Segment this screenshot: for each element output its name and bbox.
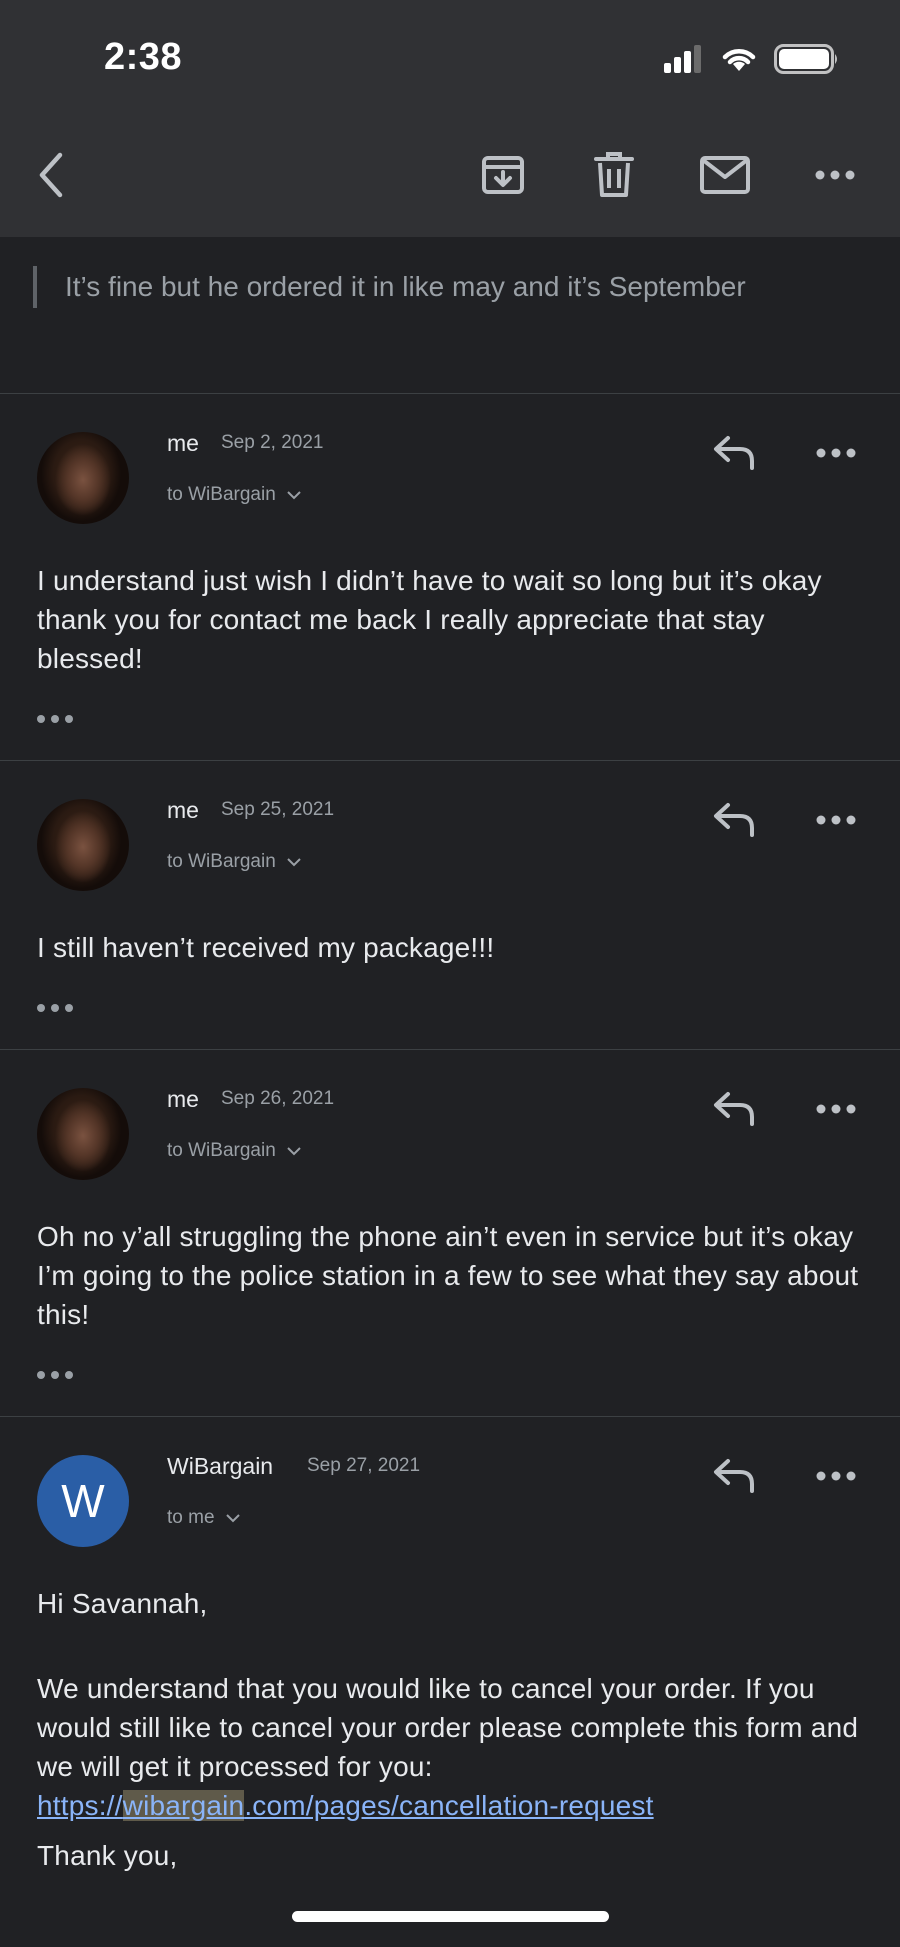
recipient-toggle[interactable]: to me (167, 1507, 241, 1529)
message-more-button[interactable] (808, 1084, 864, 1134)
recipient-label: to WiBargain (167, 1140, 276, 1161)
avatar[interactable]: W (37, 1455, 129, 1547)
message-date: Sep 25, 2021 (221, 799, 335, 820)
recipient-label: to WiBargain (167, 484, 276, 505)
trash-icon (594, 152, 634, 197)
message-item[interactable]: W WiBargain Sep 27, 2021 to me Hi Savann… (0, 1417, 900, 1947)
recipient-toggle[interactable]: to WiBargain (167, 851, 302, 873)
link-suffix: .com/pages/cancellation-request (244, 1790, 654, 1821)
recipient-toggle[interactable]: to WiBargain (167, 484, 302, 506)
wifi-icon (722, 49, 756, 71)
more-horizontal-icon (816, 1104, 856, 1114)
show-trimmed-content-button[interactable] (37, 1363, 87, 1387)
message-item[interactable]: me Sep 25, 2021 to WiBargain I still hav… (0, 761, 900, 1049)
avatar-photo (37, 1088, 129, 1180)
link-highlight: wibargain (122, 1790, 245, 1821)
message-body: I still haven’t received my package!!! (37, 932, 495, 963)
quoted-text: It’s fine but he ordered it in like may … (33, 266, 873, 308)
message-closing: Thank you, (37, 1840, 178, 1871)
show-trimmed-content-button[interactable] (37, 996, 87, 1020)
sender-name: me (167, 430, 199, 456)
avatar-photo (37, 799, 129, 891)
mail-icon (700, 156, 750, 194)
show-trimmed-content-button[interactable] (37, 707, 87, 731)
avatar[interactable] (37, 799, 129, 891)
message-paragraph: We understand that you would like to can… (37, 1669, 877, 1825)
message-item[interactable]: me Sep 2, 2021 to WiBargain I understand… (0, 394, 900, 760)
sender-name: WiBargain (167, 1453, 274, 1479)
chevron-down-icon (287, 1147, 301, 1156)
message-more-button[interactable] (808, 795, 864, 845)
archive-icon (482, 156, 524, 194)
message-item[interactable]: me Sep 26, 2021 to WiBargain Oh no y’all… (0, 1050, 900, 1416)
cellular-signal-icon (664, 45, 701, 73)
message-more-button[interactable] (808, 1451, 864, 1501)
chevron-down-icon (225, 1514, 240, 1523)
reply-button[interactable] (706, 795, 762, 845)
paragraph-text: We understand that you would like to can… (37, 1673, 859, 1782)
sender-name: me (167, 1086, 199, 1112)
mark-unread-button[interactable] (690, 140, 760, 210)
avatar[interactable] (37, 1088, 129, 1180)
reply-button[interactable] (706, 1451, 762, 1501)
reply-icon (714, 1092, 754, 1126)
message-body: Oh no y’all struggling the phone ain’t e… (37, 1221, 859, 1330)
reply-icon (714, 1459, 754, 1493)
message-date: Sep 26, 2021 (221, 1088, 335, 1109)
recipient-label: to WiBargain (167, 851, 276, 872)
recipient-toggle[interactable]: to WiBargain (167, 1140, 302, 1162)
reply-button[interactable] (706, 1084, 762, 1134)
recipient-label: to me (167, 1507, 215, 1528)
avatar-photo (37, 432, 129, 524)
chevron-down-icon (287, 491, 301, 500)
chevron-down-icon (287, 858, 301, 867)
message-date: Sep 2, 2021 (221, 432, 324, 453)
cancellation-link[interactable]: https://wibargain.com/pages/cancellation… (37, 1790, 654, 1821)
reply-icon (714, 436, 754, 470)
message-greeting: Hi Savannah, (37, 1588, 208, 1619)
more-horizontal-icon (816, 448, 856, 458)
more-options-button[interactable] (800, 140, 870, 210)
status-time: 2:38 (104, 36, 183, 78)
reply-button[interactable] (706, 428, 762, 478)
sender-name: me (167, 797, 199, 823)
more-horizontal-icon (816, 815, 856, 825)
status-icons (664, 44, 840, 74)
more-horizontal-icon (815, 170, 855, 180)
reply-icon (714, 803, 754, 837)
home-indicator[interactable] (292, 1911, 609, 1922)
message-date: Sep 27, 2021 (307, 1455, 421, 1476)
link-prefix: https:// (37, 1790, 123, 1821)
delete-button[interactable] (579, 140, 649, 210)
battery-icon (774, 44, 837, 74)
top-bar: 2:38 (0, 0, 900, 237)
more-horizontal-icon (816, 1471, 856, 1481)
message-body: I understand just wish I didn’t have to … (37, 565, 822, 674)
message-more-button[interactable] (808, 428, 864, 478)
back-button[interactable] (16, 140, 86, 210)
back-arrow-icon (39, 152, 63, 198)
avatar[interactable] (37, 432, 129, 524)
archive-button[interactable] (468, 140, 538, 210)
toolbar (0, 140, 900, 210)
